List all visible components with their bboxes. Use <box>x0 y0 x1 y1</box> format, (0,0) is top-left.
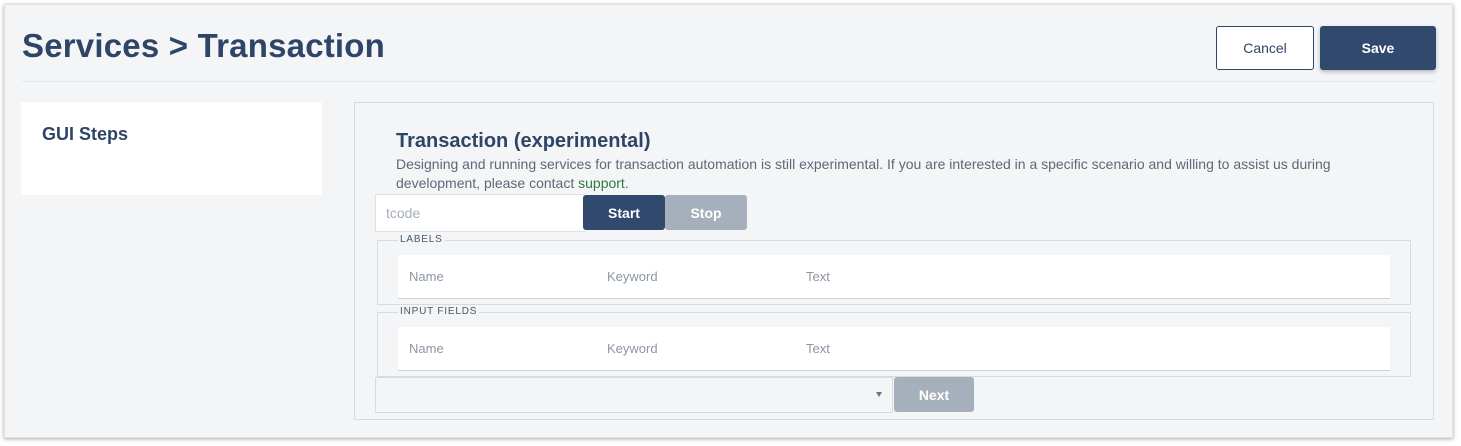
page-title: Services > Transaction <box>22 27 386 64</box>
input-fields-table-header: Name Keyword Text <box>398 327 1390 371</box>
description: Designing and running services for trans… <box>396 155 1416 193</box>
input-fields-column-text[interactable]: Text <box>806 341 830 356</box>
section-title: Transaction (experimental) <box>396 130 651 152</box>
transaction-panel: Transaction (experimental) Designing and… <box>354 102 1434 420</box>
labels-fieldset: LABELS Name Keyword Text <box>377 234 1411 305</box>
input-fields-column-name[interactable]: Name <box>409 341 444 356</box>
next-button[interactable]: Next <box>894 377 974 412</box>
start-button[interactable]: Start <box>583 195 665 230</box>
chevron-down-icon <box>876 392 882 397</box>
cancel-button[interactable]: Cancel <box>1216 26 1314 70</box>
gui-steps-title: GUI Steps <box>42 124 129 144</box>
stop-button[interactable]: Stop <box>665 195 747 230</box>
description-end: . <box>624 175 629 191</box>
labels-column-text[interactable]: Text <box>806 269 830 284</box>
labels-column-keyword[interactable]: Keyword <box>607 269 658 284</box>
input-fields-legend: INPUT FIELDS <box>398 306 480 317</box>
header-divider <box>22 81 1435 82</box>
gui-steps-card: GUI Steps <box>21 102 322 195</box>
labels-column-name[interactable]: Name <box>409 269 444 284</box>
input-fields-column-keyword[interactable]: Keyword <box>607 341 658 356</box>
step-select[interactable] <box>375 377 893 413</box>
input-fields-fieldset: INPUT FIELDS Name Keyword Text <box>377 306 1411 377</box>
app-window: Services > Transaction Cancel Save GUI S… <box>4 4 1453 438</box>
save-button[interactable]: Save <box>1320 26 1436 70</box>
labels-legend: LABELS <box>398 234 445 245</box>
support-link[interactable]: support <box>578 175 625 191</box>
labels-table-header: Name Keyword Text <box>398 255 1390 299</box>
description-text: Designing and running services for trans… <box>396 156 1331 191</box>
tcode-input[interactable] <box>375 194 585 232</box>
